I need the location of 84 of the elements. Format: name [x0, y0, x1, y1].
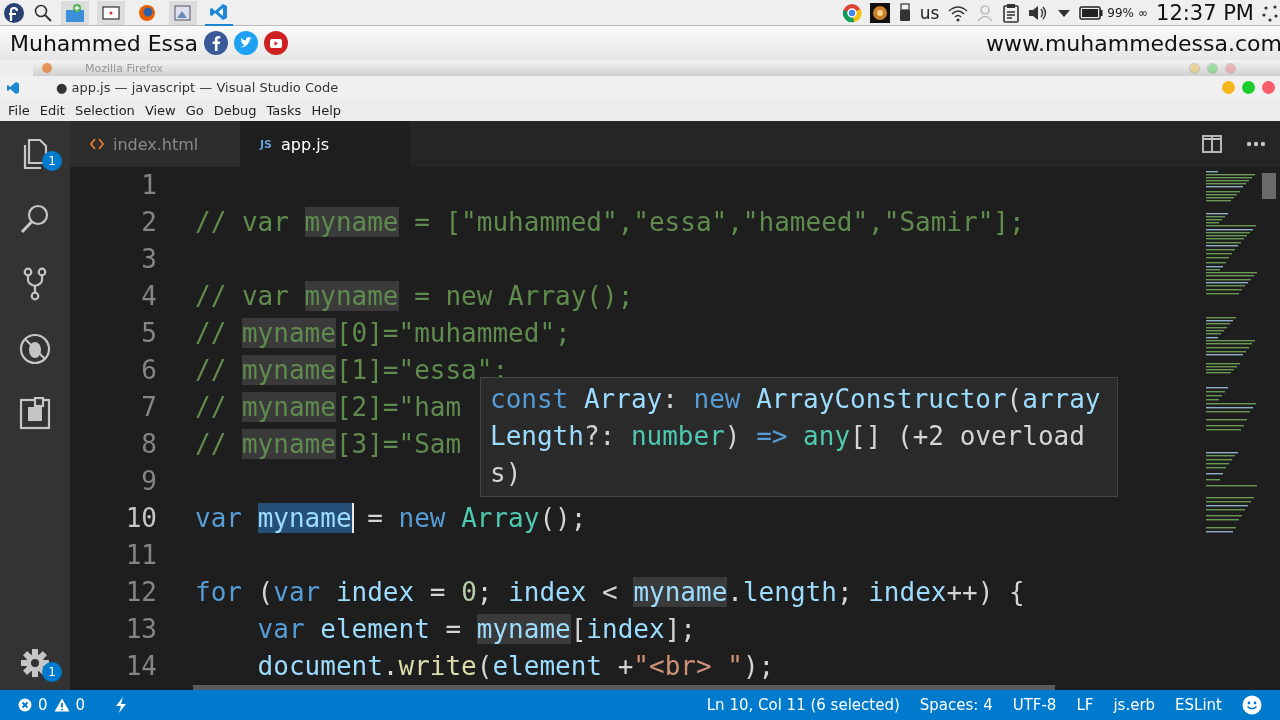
more-icon[interactable]	[1246, 141, 1266, 147]
editor-tab[interactable]: index.html	[70, 121, 240, 167]
menu-item[interactable]: Go	[185, 102, 211, 118]
line-number: 13	[124, 613, 157, 646]
extensions-icon[interactable]	[18, 397, 52, 431]
code-line: var element = myname[index];	[256, 613, 696, 646]
line-number: 4	[140, 280, 157, 313]
line-number: 11	[124, 539, 157, 572]
keyboard-layout[interactable]: us	[919, 2, 940, 23]
usb-drive-icon[interactable]	[897, 2, 912, 23]
code-line: document.write(element +"<br> ");	[256, 650, 775, 683]
image-viewer-icon[interactable]	[173, 2, 193, 23]
folder-icon[interactable]	[65, 2, 85, 23]
clock[interactable]: 12:37 PM	[1156, 0, 1254, 25]
status-item[interactable]: LF	[1076, 696, 1094, 714]
menu-item[interactable]: Selection	[74, 102, 142, 118]
window-title: Mozilla Firefox	[85, 61, 164, 75]
code-line: var myname = new Array();	[195, 502, 587, 535]
app-icon[interactable]	[869, 2, 890, 23]
horizontal-scrollbar[interactable]	[193, 685, 1055, 690]
menu-item[interactable]: Debug	[213, 102, 264, 118]
smiley-icon[interactable]	[1242, 695, 1262, 715]
line-number: 7	[140, 391, 157, 424]
line-number: 9	[140, 465, 157, 498]
spinner-icon[interactable]	[1262, 3, 1278, 22]
editor-tab[interactable]: JS app.js	[240, 121, 410, 167]
menu-item[interactable]: Tasks	[266, 102, 309, 118]
warning-icon[interactable]	[53, 698, 70, 712]
code-line: // myname[3]="Sam	[195, 428, 462, 461]
close-button[interactable]	[1262, 81, 1275, 94]
window-title: ● app.js — javascript — Visual Studio Code	[56, 80, 340, 95]
fedora-logo-icon[interactable]	[3, 1, 25, 24]
firefox-icon	[41, 62, 53, 74]
lightning-icon[interactable]	[115, 697, 128, 713]
warning-count[interactable]: 0	[75, 696, 86, 714]
firefox-icon[interactable]	[137, 2, 157, 23]
facebook-icon[interactable]	[204, 31, 228, 55]
line-number: 2	[140, 206, 157, 239]
line-number: 1	[140, 169, 157, 202]
split-editor-icon[interactable]	[1202, 135, 1222, 153]
code-line: for (var index = 0; index < myname.length; index++) {	[195, 576, 1025, 609]
code-line: // var myname = ["muhammed","essa","hameed","Samir"];	[195, 206, 1025, 239]
battery-icon[interactable]	[1079, 5, 1104, 20]
error-count[interactable]: 0	[38, 696, 48, 714]
website-link[interactable]: www.muhammedessa.com	[985, 30, 1280, 56]
search-icon[interactable]	[33, 2, 53, 23]
hover-tooltip: const Array: new ArrayConstructor(arrayLength?: number) => any[] (+2 overloads)	[480, 377, 1119, 497]
line-number: 6	[140, 354, 157, 387]
battery-time: ∞	[1138, 5, 1148, 20]
menu-item[interactable]: Edit	[39, 102, 72, 118]
menu-item[interactable]: View	[144, 102, 183, 118]
status-item[interactable]: Spaces: 4	[919, 696, 993, 714]
code-line: // myname[0]="muhammed";	[195, 317, 571, 350]
bird-icon[interactable]	[234, 31, 258, 55]
status-item[interactable]: js.erb	[1113, 696, 1156, 714]
menu-item[interactable]: Help	[311, 102, 348, 118]
code-editor-icon	[6, 80, 20, 95]
code-brackets-icon	[90, 137, 104, 151]
notification-badge: 1	[42, 151, 62, 171]
line-number: 12	[124, 576, 157, 609]
code-line: // var myname = new Array();	[195, 280, 634, 313]
author-name: Muhammed Essa	[10, 30, 198, 56]
line-number: 8	[140, 428, 157, 461]
clipboard-icon[interactable]	[1003, 2, 1020, 23]
browser-icon[interactable]	[841, 2, 862, 23]
line-number: 3	[140, 243, 157, 276]
code-editor-icon[interactable]	[209, 1, 229, 22]
error-icon[interactable]	[18, 698, 32, 712]
menu-item[interactable]: File	[8, 102, 37, 118]
status-item[interactable]: Ln 10, Col 11 (6 selected)	[706, 696, 900, 714]
status-item[interactable]: ESLint	[1175, 696, 1222, 714]
code-line: // myname[2]="ham	[195, 391, 462, 424]
js-file-icon: JS	[260, 137, 272, 151]
line-number: 10	[124, 502, 157, 535]
scrollbar-thumb[interactable]	[1262, 173, 1276, 199]
battery-percent: 99%	[1107, 5, 1134, 20]
dropdown-icon[interactable]	[1057, 7, 1072, 18]
status-item[interactable]: UTF-8	[1012, 696, 1057, 714]
video-icon[interactable]	[264, 31, 288, 55]
line-number: 5	[140, 317, 157, 350]
notification-badge: 1	[42, 662, 62, 682]
debug-icon[interactable]	[18, 332, 52, 366]
line-number: 14	[124, 650, 157, 683]
wifi-icon[interactable]	[947, 3, 970, 22]
